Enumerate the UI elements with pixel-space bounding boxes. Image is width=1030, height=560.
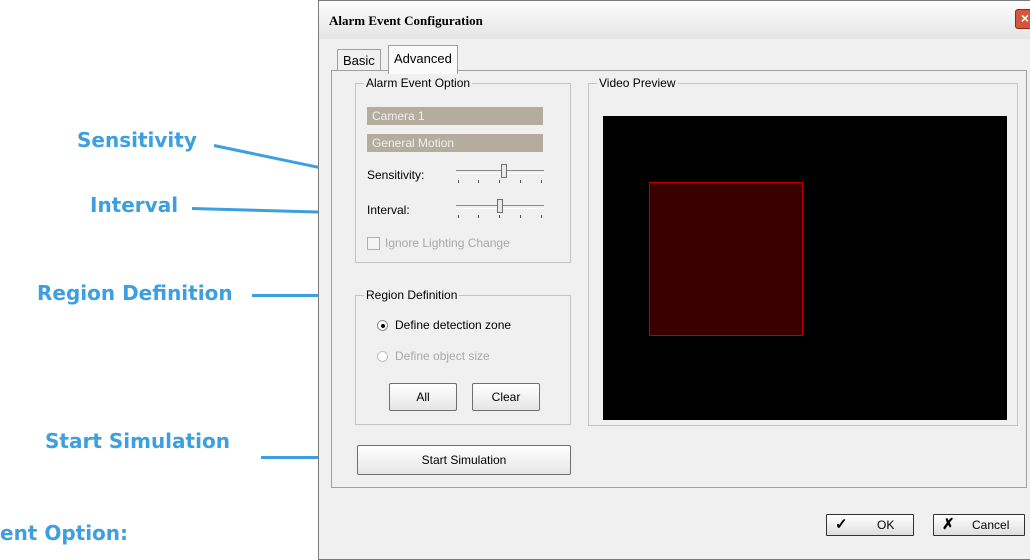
all-button[interactable]: All: [389, 383, 457, 411]
region-definition-group: Region Definition Define detection zone …: [355, 288, 571, 425]
define-zone-label: Define detection zone: [395, 318, 512, 332]
tab-advanced[interactable]: Advanced: [388, 45, 458, 74]
dialog-title: Alarm Event Configuration: [329, 13, 483, 28]
video-preview-canvas[interactable]: [603, 116, 1007, 420]
x-icon: ✗: [942, 516, 955, 533]
video-preview-group: Video Preview: [588, 76, 1018, 426]
sensitivity-slider-track: [456, 170, 544, 174]
video-preview-title: Video Preview: [597, 76, 678, 90]
region-definition-title: Region Definition: [364, 288, 460, 302]
define-size-radio[interactable]: [377, 351, 388, 362]
slider-tick: [499, 180, 500, 183]
define-zone-radio[interactable]: [377, 320, 388, 331]
clear-button[interactable]: Clear: [472, 383, 540, 411]
slider-tick: [458, 215, 459, 218]
slider-tick: [520, 215, 521, 218]
start-simulation-button[interactable]: Start Simulation: [357, 445, 571, 475]
annotation-start-simulation: Start Simulation: [45, 429, 230, 453]
slider-tick: [541, 215, 542, 218]
ignore-lighting-label: Ignore Lighting Change: [385, 236, 510, 250]
ignore-lighting-checkbox[interactable]: [367, 237, 380, 250]
define-size-label: Define object size: [395, 349, 490, 363]
detection-zone[interactable]: [649, 182, 803, 336]
interval-slider-thumb[interactable]: [497, 199, 503, 213]
annotation-region-definition: Region Definition: [37, 281, 233, 305]
interval-label: Interval:: [367, 203, 410, 217]
annotation-section-footer: ent Option:: [0, 521, 129, 545]
slider-tick: [541, 180, 542, 183]
cancel-button[interactable]: ✗ Cancel: [933, 514, 1025, 536]
title-bar: Alarm Event Configuration ×: [319, 1, 1030, 40]
slider-tick: [478, 180, 479, 183]
annotation-interval: Interval: [90, 193, 179, 217]
slider-tick: [478, 215, 479, 218]
alarm-event-dialog: Alarm Event Configuration × Basic Advanc…: [318, 0, 1030, 560]
ok-button[interactable]: ✓ OK: [826, 514, 914, 536]
camera-field: Camera 1: [367, 107, 543, 125]
close-icon[interactable]: ×: [1015, 9, 1030, 29]
cancel-button-label: Cancel: [972, 518, 1010, 532]
check-icon: ✓: [835, 516, 848, 533]
tab-basic[interactable]: Basic: [337, 49, 381, 72]
ok-button-label: OK: [877, 518, 895, 532]
slider-tick: [499, 215, 500, 218]
dialog-body: Basic Advanced Alarm Event Option Camera…: [319, 39, 1030, 559]
advanced-panel: Alarm Event Option Camera 1 General Moti…: [331, 70, 1027, 488]
slider-tick: [520, 180, 521, 183]
sensitivity-slider-thumb[interactable]: [501, 164, 507, 178]
annotation-sensitivity: Sensitivity: [77, 128, 197, 152]
alarm-event-option-title: Alarm Event Option: [364, 76, 473, 90]
alarm-event-option-group: Alarm Event Option Camera 1 General Moti…: [355, 76, 571, 263]
event-type-field: General Motion: [367, 134, 543, 152]
slider-tick: [458, 180, 459, 183]
sensitivity-slider[interactable]: [456, 164, 544, 184]
sensitivity-label: Sensitivity:: [367, 168, 425, 182]
interval-slider[interactable]: [456, 199, 544, 219]
